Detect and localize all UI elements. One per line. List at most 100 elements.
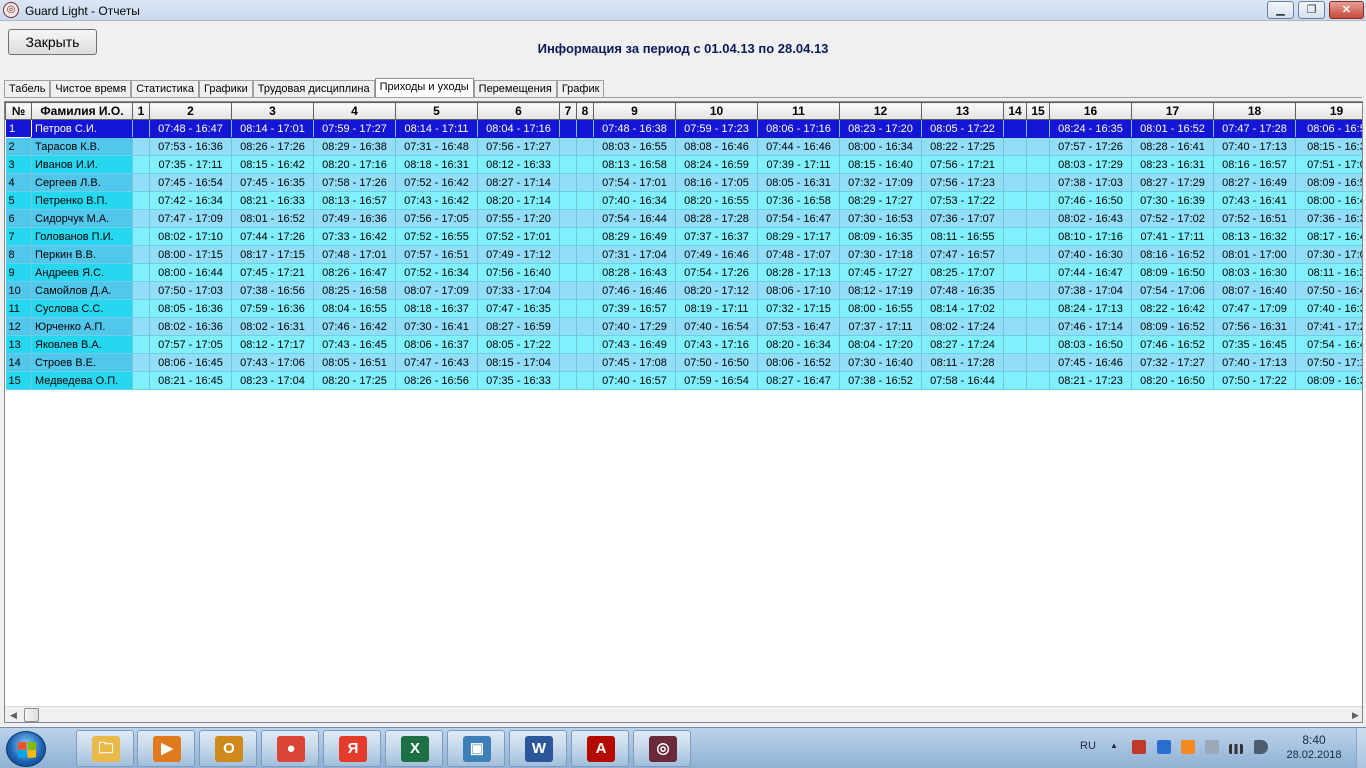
employee-name[interactable]: Строев В.Е.: [31, 353, 133, 372]
row-number[interactable]: 4: [5, 173, 32, 192]
day-cell[interactable]: 08:02 - 16:43: [1049, 209, 1132, 228]
day-cell[interactable]: 08:20 - 17:25: [313, 371, 396, 390]
day-cell[interactable]: 07:49 - 17:12: [477, 245, 560, 264]
day-cell[interactable]: 07:54 - 16:47: [757, 209, 840, 228]
day-cell[interactable]: [132, 263, 150, 282]
day-cell[interactable]: 08:28 - 17:28: [675, 209, 758, 228]
day-cell[interactable]: [1026, 227, 1050, 246]
column-header-day-13[interactable]: 13: [921, 102, 1004, 120]
day-cell[interactable]: 07:45 - 16:46: [1049, 353, 1132, 372]
day-cell[interactable]: 07:55 - 17:20: [477, 209, 560, 228]
day-cell[interactable]: 08:21 - 16:45: [149, 371, 232, 390]
day-cell[interactable]: [576, 155, 594, 174]
day-cell[interactable]: [1026, 245, 1050, 264]
day-cell[interactable]: [559, 335, 577, 354]
show-hidden-icons-icon[interactable]: ▲: [1110, 741, 1118, 750]
table-row[interactable]: 2 Тарасов К.В. 07:53 - 16:36 08:26 - 17:26 0…: [5, 137, 1362, 156]
row-number[interactable]: 15: [5, 371, 32, 390]
day-cell[interactable]: 08:18 - 16:37: [395, 299, 478, 318]
column-header-day-1[interactable]: 1: [132, 102, 150, 120]
row-number[interactable]: 14: [5, 353, 32, 372]
day-cell[interactable]: 07:54 - 17:01: [593, 173, 676, 192]
day-cell[interactable]: 08:05 - 16:36: [149, 299, 232, 318]
day-cell[interactable]: 07:59 - 16:36: [231, 299, 314, 318]
day-cell[interactable]: 08:20 - 16:55: [675, 191, 758, 210]
day-cell[interactable]: 07:46 - 16:52: [1131, 335, 1214, 354]
day-cell[interactable]: 07:53 - 16:36: [149, 137, 232, 156]
day-cell[interactable]: 08:12 - 17:19: [839, 281, 922, 300]
day-cell[interactable]: [559, 299, 577, 318]
day-cell[interactable]: 07:52 - 16:34: [395, 263, 478, 282]
day-cell[interactable]: 08:26 - 17:26: [231, 137, 314, 156]
day-cell[interactable]: 07:30 - 16:41: [395, 317, 478, 336]
employee-name[interactable]: Иванов И.И.: [31, 155, 133, 174]
day-cell[interactable]: 08:23 - 17:04: [231, 371, 314, 390]
day-cell[interactable]: 07:54 - 17:06: [1131, 281, 1214, 300]
day-cell[interactable]: 08:27 - 16:47: [757, 371, 840, 390]
day-cell[interactable]: 08:05 - 17:22: [477, 335, 560, 354]
day-cell[interactable]: 08:27 - 17:29: [1131, 173, 1214, 192]
row-number[interactable]: 1: [5, 119, 32, 138]
tab-8[interactable]: График: [556, 80, 605, 98]
day-cell[interactable]: [1026, 281, 1050, 300]
day-cell[interactable]: 07:30 - 16:53: [839, 209, 922, 228]
day-cell[interactable]: [1003, 281, 1027, 300]
day-cell[interactable]: 07:46 - 16:42: [313, 317, 396, 336]
day-cell[interactable]: [132, 227, 150, 246]
day-cell[interactable]: 07:40 - 17:29: [593, 317, 676, 336]
day-cell[interactable]: [132, 119, 150, 138]
day-cell[interactable]: 08:13 - 16:57: [313, 191, 396, 210]
day-cell[interactable]: 07:46 - 17:14: [1049, 317, 1132, 336]
day-cell[interactable]: 07:51 - 17:0: [1295, 155, 1362, 174]
day-cell[interactable]: 08:06 - 16:37: [395, 335, 478, 354]
day-cell[interactable]: 08:24 - 16:35: [1049, 119, 1132, 138]
table-row[interactable]: 9 Андреев Я.С. 08:00 - 16:44 07:45 - 17:21 0…: [5, 263, 1362, 282]
tab-5[interactable]: Трудовая дисциплина: [252, 80, 375, 98]
day-cell[interactable]: [576, 137, 594, 156]
employee-name[interactable]: Петренко В.П.: [31, 191, 133, 210]
table-row[interactable]: 15 Медведева О.П. 08:21 - 16:45 08:23 - 17:…: [5, 371, 1362, 390]
day-cell[interactable]: 08:02 - 17:10: [149, 227, 232, 246]
day-cell[interactable]: 07:59 - 16:54: [675, 371, 758, 390]
employee-name[interactable]: Тарасов К.В.: [31, 137, 133, 156]
day-cell[interactable]: [1003, 137, 1027, 156]
day-cell[interactable]: 08:04 - 17:20: [839, 335, 922, 354]
volume-icon[interactable]: [1254, 740, 1268, 754]
day-cell[interactable]: 08:26 - 16:47: [313, 263, 396, 282]
column-header-day-5[interactable]: 5: [395, 102, 478, 120]
day-cell[interactable]: 08:01 - 17:00: [1213, 245, 1296, 264]
day-cell[interactable]: [559, 119, 577, 138]
odnoklassniki-icon[interactable]: [1181, 740, 1195, 754]
day-cell[interactable]: 07:47 - 16:57: [921, 245, 1004, 264]
day-cell[interactable]: 08:20 - 17:14: [477, 191, 560, 210]
day-cell[interactable]: 08:01 - 16:52: [1131, 119, 1214, 138]
day-cell[interactable]: 07:56 - 17:27: [477, 137, 560, 156]
day-cell[interactable]: 07:41 - 17:2: [1295, 317, 1362, 336]
row-number[interactable]: 6: [5, 209, 32, 228]
day-cell[interactable]: [559, 155, 577, 174]
day-cell[interactable]: [1003, 263, 1027, 282]
day-cell[interactable]: 07:56 - 17:21: [921, 155, 1004, 174]
day-cell[interactable]: 07:46 - 16:50: [1049, 191, 1132, 210]
day-cell[interactable]: 08:27 - 17:14: [477, 173, 560, 192]
day-cell[interactable]: [1026, 335, 1050, 354]
row-number[interactable]: 5: [5, 191, 32, 210]
maximize-button[interactable]: ❐: [1298, 1, 1325, 19]
day-cell[interactable]: 07:37 - 16:37: [675, 227, 758, 246]
day-cell[interactable]: 08:15 - 16:40: [839, 155, 922, 174]
day-cell[interactable]: 08:18 - 16:31: [395, 155, 478, 174]
day-cell[interactable]: 07:44 - 16:47: [1049, 263, 1132, 282]
table-row[interactable]: 7 Голованов П.И. 08:02 - 17:10 07:44 - 17:2…: [5, 227, 1362, 246]
column-header-day-4[interactable]: 4: [313, 102, 396, 120]
day-cell[interactable]: 08:25 - 16:58: [313, 281, 396, 300]
day-cell[interactable]: 07:40 - 16:34: [593, 191, 676, 210]
day-cell[interactable]: [559, 353, 577, 372]
day-cell[interactable]: 07:38 - 16:56: [231, 281, 314, 300]
day-cell[interactable]: 07:45 - 16:54: [149, 173, 232, 192]
day-cell[interactable]: 07:38 - 17:03: [1049, 173, 1132, 192]
table-row[interactable]: 13 Яковлев В.А. 07:57 - 17:05 08:12 - 17:17…: [5, 335, 1362, 354]
row-number[interactable]: 8: [5, 245, 32, 264]
day-cell[interactable]: 07:41 - 17:11: [1131, 227, 1214, 246]
day-cell[interactable]: [576, 335, 594, 354]
row-number[interactable]: 9: [5, 263, 32, 282]
